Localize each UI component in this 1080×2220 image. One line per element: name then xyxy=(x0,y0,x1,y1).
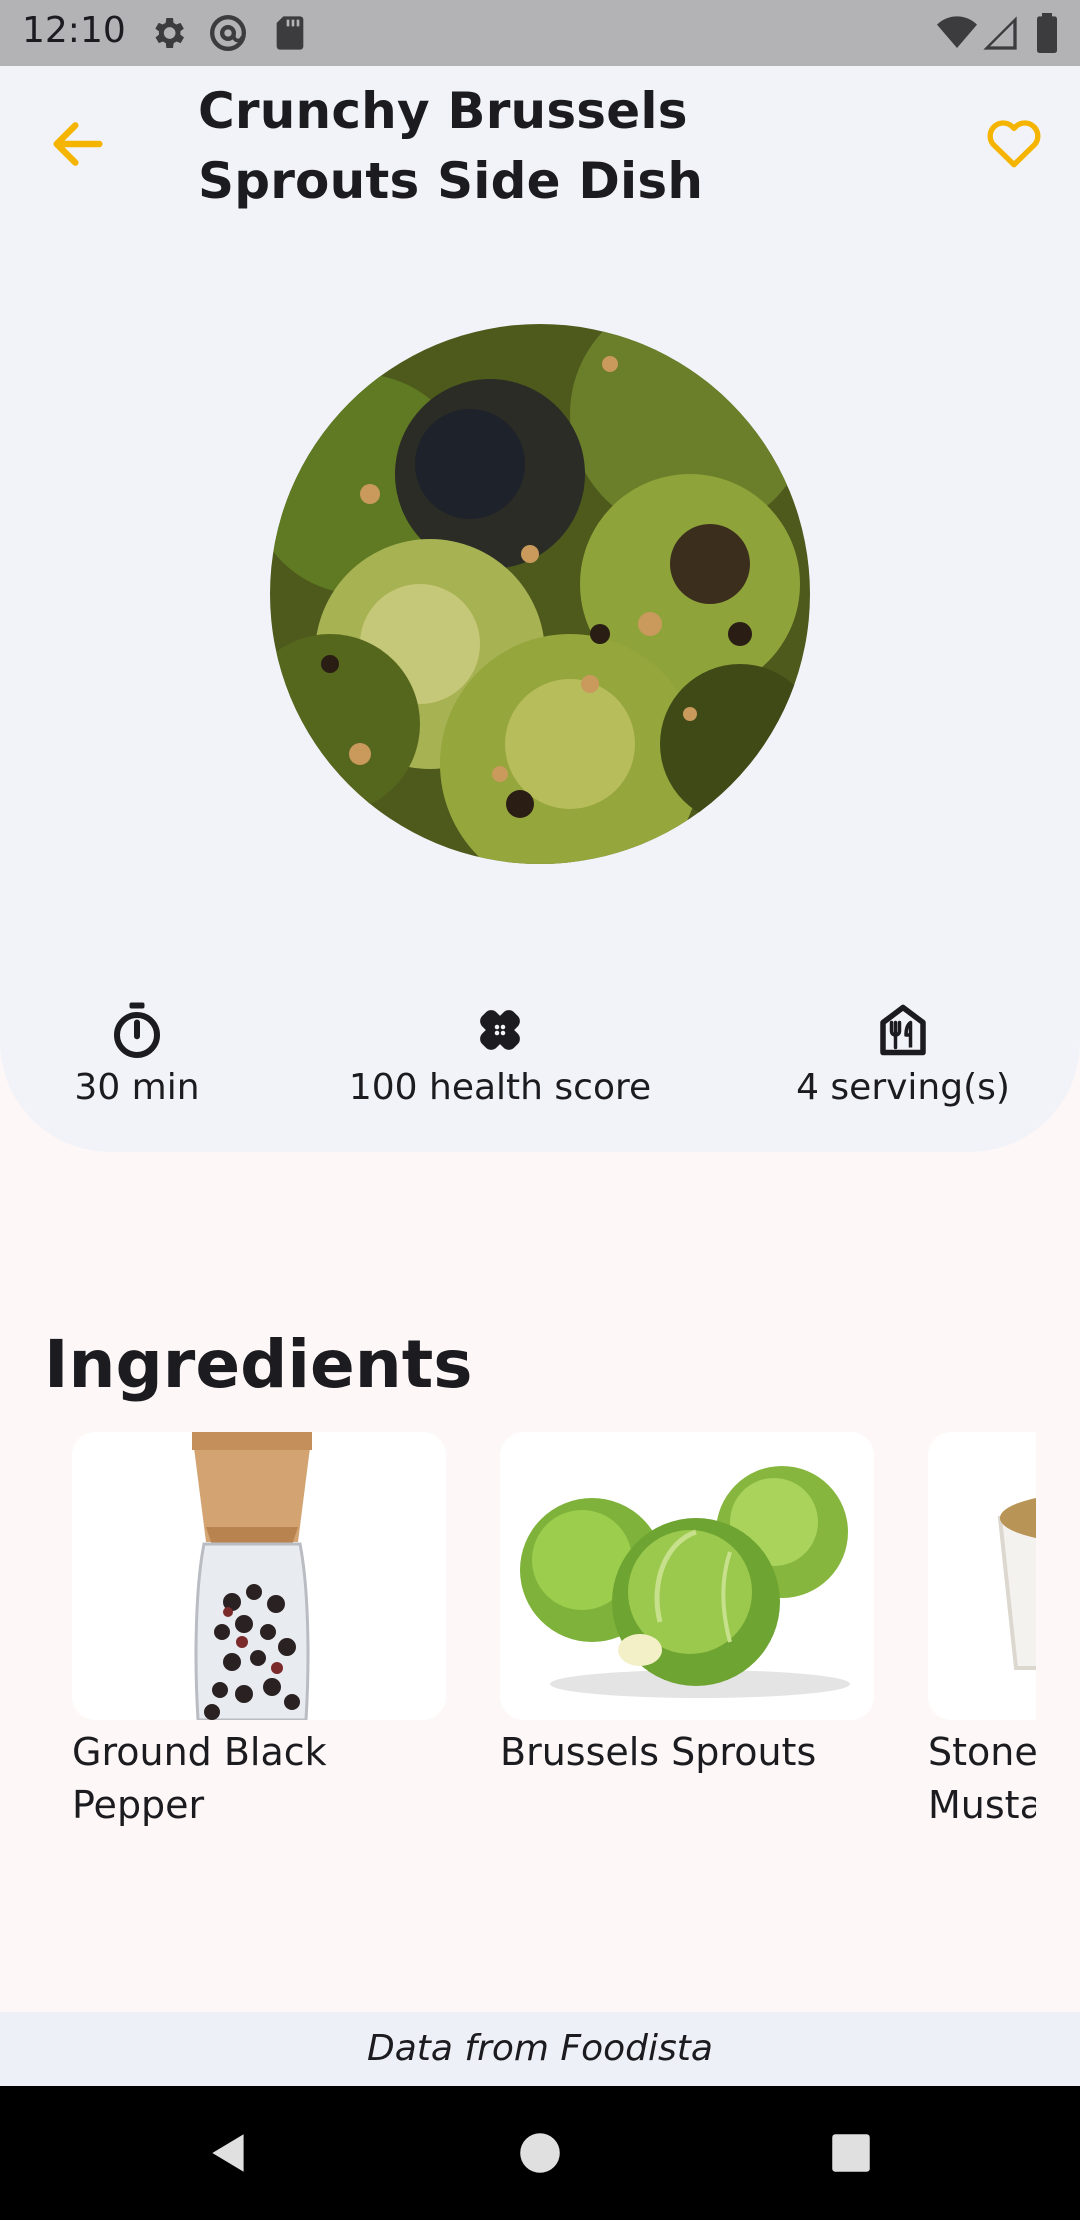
ingredients-heading: Ingredients xyxy=(44,1326,473,1403)
stat-health-score: 100 health score xyxy=(340,1000,660,1110)
at-sign-icon xyxy=(210,15,246,51)
battery-icon xyxy=(1037,13,1057,53)
status-bar: 12:10 xyxy=(0,0,1080,66)
status-time: 12:10 xyxy=(22,10,126,51)
stat-time: 30 min xyxy=(62,1000,212,1110)
restaurant-icon xyxy=(880,1004,926,1056)
ingredient-name: Ground Black Pepper xyxy=(72,1730,327,1827)
ingredient-card[interactable]: Stone Ground Mustard xyxy=(928,1432,1036,1832)
ingredient-image xyxy=(928,1432,1036,1720)
gear-icon xyxy=(155,18,184,48)
data-source-footer: Data from Foodista xyxy=(0,2012,1080,2086)
stat-servings: 4 serving(s) xyxy=(790,1000,1016,1110)
ingredients-carousel[interactable]: Ground Black Pepper Brussels Sprouts Sto… xyxy=(72,1432,1036,1852)
bandage-icon xyxy=(480,1010,520,1050)
stat-servings-label: 4 serving(s) xyxy=(796,1067,1010,1108)
ingredient-name: Brussels Sprouts xyxy=(500,1730,817,1774)
stat-health-score-label: 100 health score xyxy=(348,1067,652,1108)
ingredient-name: Stone Ground Mustard xyxy=(928,1730,1036,1827)
timer-icon xyxy=(114,1002,160,1058)
ingredient-card[interactable]: Ground Black Pepper xyxy=(72,1432,446,1832)
sd-card-icon xyxy=(276,16,304,50)
stat-time-label: 30 min xyxy=(74,1067,200,1108)
arrow-back-icon[interactable] xyxy=(46,112,110,176)
home-circle-icon[interactable] xyxy=(515,2128,565,2178)
heart-outline-icon[interactable] xyxy=(982,110,1046,174)
ingredient-image xyxy=(500,1432,874,1720)
recents-square-icon[interactable] xyxy=(826,2128,876,2178)
wifi-icon xyxy=(937,16,977,48)
cell-signal-icon xyxy=(983,16,1017,50)
dish-image xyxy=(270,324,810,864)
back-triangle-icon[interactable] xyxy=(204,2128,254,2178)
ingredient-card[interactable]: Brussels Sprouts xyxy=(500,1432,874,1779)
recipe-title: Crunchy Brussels Sprouts Side Dish xyxy=(198,82,704,210)
system-nav-bar xyxy=(0,2086,1080,2220)
ingredient-image xyxy=(72,1432,446,1720)
